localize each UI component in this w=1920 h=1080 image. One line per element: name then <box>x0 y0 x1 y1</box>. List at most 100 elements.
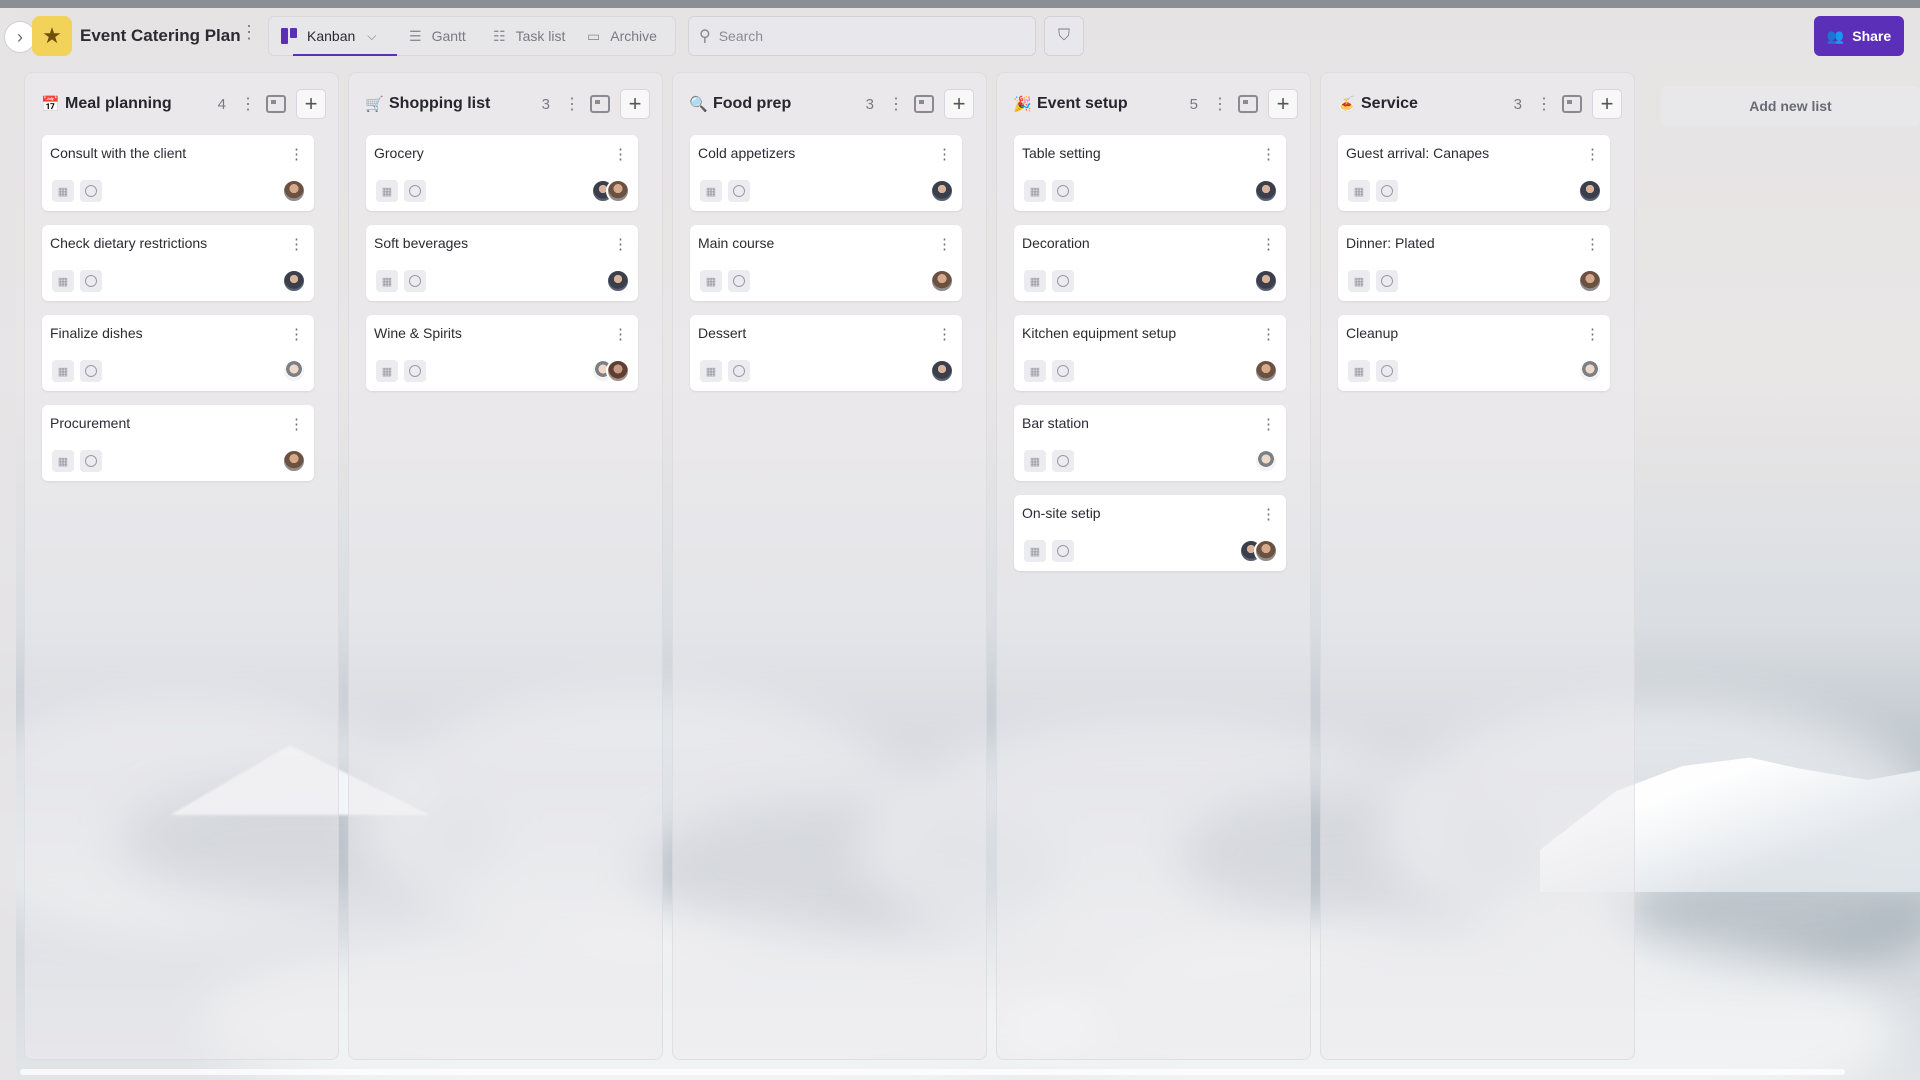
column-menu-icon[interactable]: ⋮ <box>888 94 904 114</box>
status-circle-icon[interactable] <box>1052 360 1074 382</box>
calendar-icon[interactable]: ▦ <box>1348 270 1370 292</box>
task-card[interactable]: Consult with the client ⋮ ▦ <box>42 135 314 211</box>
calendar-icon[interactable]: ▦ <box>1024 270 1046 292</box>
calendar-icon[interactable]: ▦ <box>1024 540 1046 562</box>
task-card[interactable]: Grocery ⋮ ▦ <box>366 135 638 211</box>
task-card[interactable]: Cold appetizers ⋮ ▦ <box>690 135 962 211</box>
task-card[interactable]: Kitchen equipment setup ⋮ ▦ <box>1014 315 1286 391</box>
avatar[interactable] <box>1254 539 1278 563</box>
column-menu-icon[interactable]: ⋮ <box>1536 94 1552 114</box>
project-menu-icon[interactable]: ⋮ <box>240 23 258 41</box>
horizontal-scrollbar[interactable] <box>16 1069 1920 1077</box>
column-title[interactable]: Event setup <box>1037 95 1190 113</box>
tab-gantt[interactable]: ☰ Gantt <box>409 17 466 55</box>
calendar-icon[interactable]: ▦ <box>376 360 398 382</box>
card-menu-icon[interactable]: ⋮ <box>1585 147 1600 162</box>
scrollbar-thumb[interactable] <box>20 1069 1845 1075</box>
share-button[interactable]: 👥 Share <box>1814 16 1904 56</box>
avatar[interactable] <box>606 359 630 383</box>
task-card[interactable]: Dessert ⋮ ▦ <box>690 315 962 391</box>
task-card[interactable]: Soft beverages ⋮ ▦ <box>366 225 638 301</box>
card-menu-icon[interactable]: ⋮ <box>613 327 628 342</box>
calendar-icon[interactable]: ▦ <box>1348 180 1370 202</box>
column-menu-icon[interactable]: ⋮ <box>564 94 580 114</box>
calendar-icon[interactable]: ▦ <box>700 270 722 292</box>
task-card[interactable]: Procurement ⋮ ▦ <box>42 405 314 481</box>
add-card-button[interactable]: + <box>296 89 326 119</box>
status-circle-icon[interactable] <box>728 360 750 382</box>
add-card-button[interactable]: + <box>620 89 650 119</box>
card-menu-icon[interactable]: ⋮ <box>1585 327 1600 342</box>
add-card-button[interactable]: + <box>1268 89 1298 119</box>
tab-task-list[interactable]: ☷ Task list <box>493 17 565 55</box>
card-menu-icon[interactable]: ⋮ <box>1261 237 1276 252</box>
calendar-icon[interactable]: ▦ <box>52 450 74 472</box>
status-circle-icon[interactable] <box>80 270 102 292</box>
status-circle-icon[interactable] <box>728 270 750 292</box>
card-menu-icon[interactable]: ⋮ <box>289 237 304 252</box>
card-menu-icon[interactable]: ⋮ <box>1261 417 1276 432</box>
avatar[interactable] <box>1254 179 1278 203</box>
column-title[interactable]: Food prep <box>713 95 866 113</box>
calendar-icon[interactable]: ▦ <box>700 180 722 202</box>
card-menu-icon[interactable]: ⋮ <box>289 327 304 342</box>
task-card[interactable]: Check dietary restrictions ⋮ ▦ <box>42 225 314 301</box>
calendar-icon[interactable]: ▦ <box>52 360 74 382</box>
calendar-icon[interactable]: ▦ <box>376 180 398 202</box>
avatar[interactable] <box>1254 359 1278 383</box>
avatar[interactable] <box>930 359 954 383</box>
task-card[interactable]: Guest arrival: Canapes ⋮ ▦ <box>1338 135 1610 211</box>
column-title[interactable]: Shopping list <box>389 95 542 113</box>
add-new-list-button[interactable]: Add new list <box>1661 86 1920 126</box>
avatar[interactable] <box>1578 269 1602 293</box>
status-circle-icon[interactable] <box>80 450 102 472</box>
card-layout-icon[interactable] <box>1238 95 1258 113</box>
add-card-button[interactable]: + <box>1592 89 1622 119</box>
card-menu-icon[interactable]: ⋮ <box>1261 147 1276 162</box>
avatar[interactable] <box>282 179 306 203</box>
avatar[interactable] <box>606 269 630 293</box>
avatar[interactable] <box>606 179 630 203</box>
status-circle-icon[interactable] <box>1376 360 1398 382</box>
task-card[interactable]: On-site setip ⋮ ▦ <box>1014 495 1286 571</box>
calendar-icon[interactable]: ▦ <box>1348 360 1370 382</box>
calendar-icon[interactable]: ▦ <box>52 270 74 292</box>
task-card[interactable]: Bar station ⋮ ▦ <box>1014 405 1286 481</box>
favorite-button[interactable]: ★ <box>32 16 72 56</box>
status-circle-icon[interactable] <box>80 180 102 202</box>
task-card[interactable]: Decoration ⋮ ▦ <box>1014 225 1286 301</box>
avatar[interactable] <box>282 359 306 383</box>
task-card[interactable]: Dinner: Plated ⋮ ▦ <box>1338 225 1610 301</box>
card-menu-icon[interactable]: ⋮ <box>1261 507 1276 522</box>
status-circle-icon[interactable] <box>1052 540 1074 562</box>
tab-kanban[interactable]: Kanban ⌵ <box>281 17 397 56</box>
chevron-down-icon[interactable]: ⌵ <box>367 29 376 44</box>
avatar[interactable] <box>1254 269 1278 293</box>
avatar[interactable] <box>282 449 306 473</box>
card-menu-icon[interactable]: ⋮ <box>937 237 952 252</box>
avatar[interactable] <box>930 269 954 293</box>
card-menu-icon[interactable]: ⋮ <box>289 147 304 162</box>
calendar-icon[interactable]: ▦ <box>376 270 398 292</box>
avatar[interactable] <box>1578 179 1602 203</box>
calendar-icon[interactable]: ▦ <box>1024 450 1046 472</box>
card-layout-icon[interactable] <box>590 95 610 113</box>
card-menu-icon[interactable]: ⋮ <box>1261 327 1276 342</box>
task-card[interactable]: Table setting ⋮ ▦ <box>1014 135 1286 211</box>
card-menu-icon[interactable]: ⋮ <box>613 147 628 162</box>
task-card[interactable]: Cleanup ⋮ ▦ <box>1338 315 1610 391</box>
column-title[interactable]: Meal planning <box>65 95 218 113</box>
task-card[interactable]: Finalize dishes ⋮ ▦ <box>42 315 314 391</box>
card-menu-icon[interactable]: ⋮ <box>1585 237 1600 252</box>
card-layout-icon[interactable] <box>914 95 934 113</box>
card-menu-icon[interactable]: ⋮ <box>937 327 952 342</box>
status-circle-icon[interactable] <box>1052 450 1074 472</box>
add-card-button[interactable]: + <box>944 89 974 119</box>
filter-button[interactable]: ⛉ <box>1044 16 1084 56</box>
card-layout-icon[interactable] <box>266 95 286 113</box>
status-circle-icon[interactable] <box>1376 270 1398 292</box>
status-circle-icon[interactable] <box>404 270 426 292</box>
calendar-icon[interactable]: ▦ <box>1024 360 1046 382</box>
status-circle-icon[interactable] <box>1052 270 1074 292</box>
status-circle-icon[interactable] <box>728 180 750 202</box>
